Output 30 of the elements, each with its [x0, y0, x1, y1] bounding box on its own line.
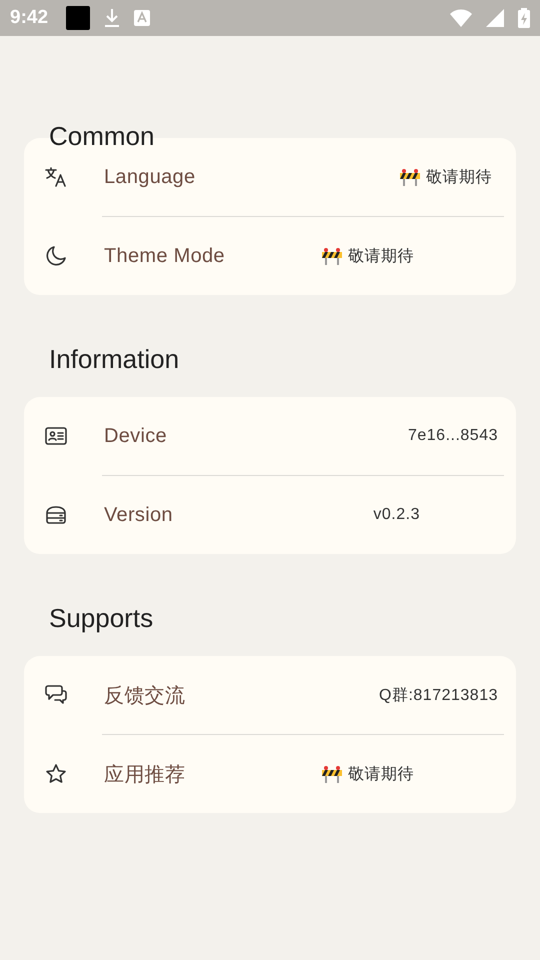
barrier-icon — [400, 168, 420, 186]
setting-label[interactable]: Device — [104, 424, 408, 448]
section-title: Information — [49, 343, 180, 375]
server-icon — [44, 503, 68, 527]
setting-value: v0.2.3 — [373, 506, 420, 524]
download-icon — [104, 8, 120, 28]
setting-value: 7e16...8543 — [408, 427, 498, 445]
setting-label[interactable]: Theme Mode — [104, 244, 322, 268]
setting-value: 敬请期待 — [348, 246, 414, 266]
moon-icon — [44, 244, 68, 268]
setting-label[interactable]: 应用推荐 — [104, 760, 322, 788]
wifi-icon — [450, 9, 472, 27]
font-app-icon — [134, 10, 150, 26]
app-square-icon — [66, 6, 90, 30]
id-card-icon — [44, 424, 68, 448]
setting-value: 敬请期待 — [426, 168, 492, 188]
barrier-icon — [322, 247, 342, 265]
status-time: 9:42 — [10, 7, 48, 29]
setting-value: Q群:817213813 — [379, 686, 498, 706]
battery-icon — [518, 8, 530, 28]
setting-label[interactable]: Version — [104, 504, 374, 526]
section-title: Supports — [49, 602, 154, 634]
setting-label[interactable]: Language — [104, 166, 400, 188]
translate-icon — [44, 165, 68, 189]
star-icon — [44, 762, 68, 786]
setting-label[interactable]: 反馈交流 — [104, 682, 380, 708]
section-title: Common — [49, 120, 154, 152]
barrier-icon — [322, 765, 342, 783]
setting-value: 敬请期待 — [348, 764, 414, 784]
signal-icon — [486, 9, 504, 27]
